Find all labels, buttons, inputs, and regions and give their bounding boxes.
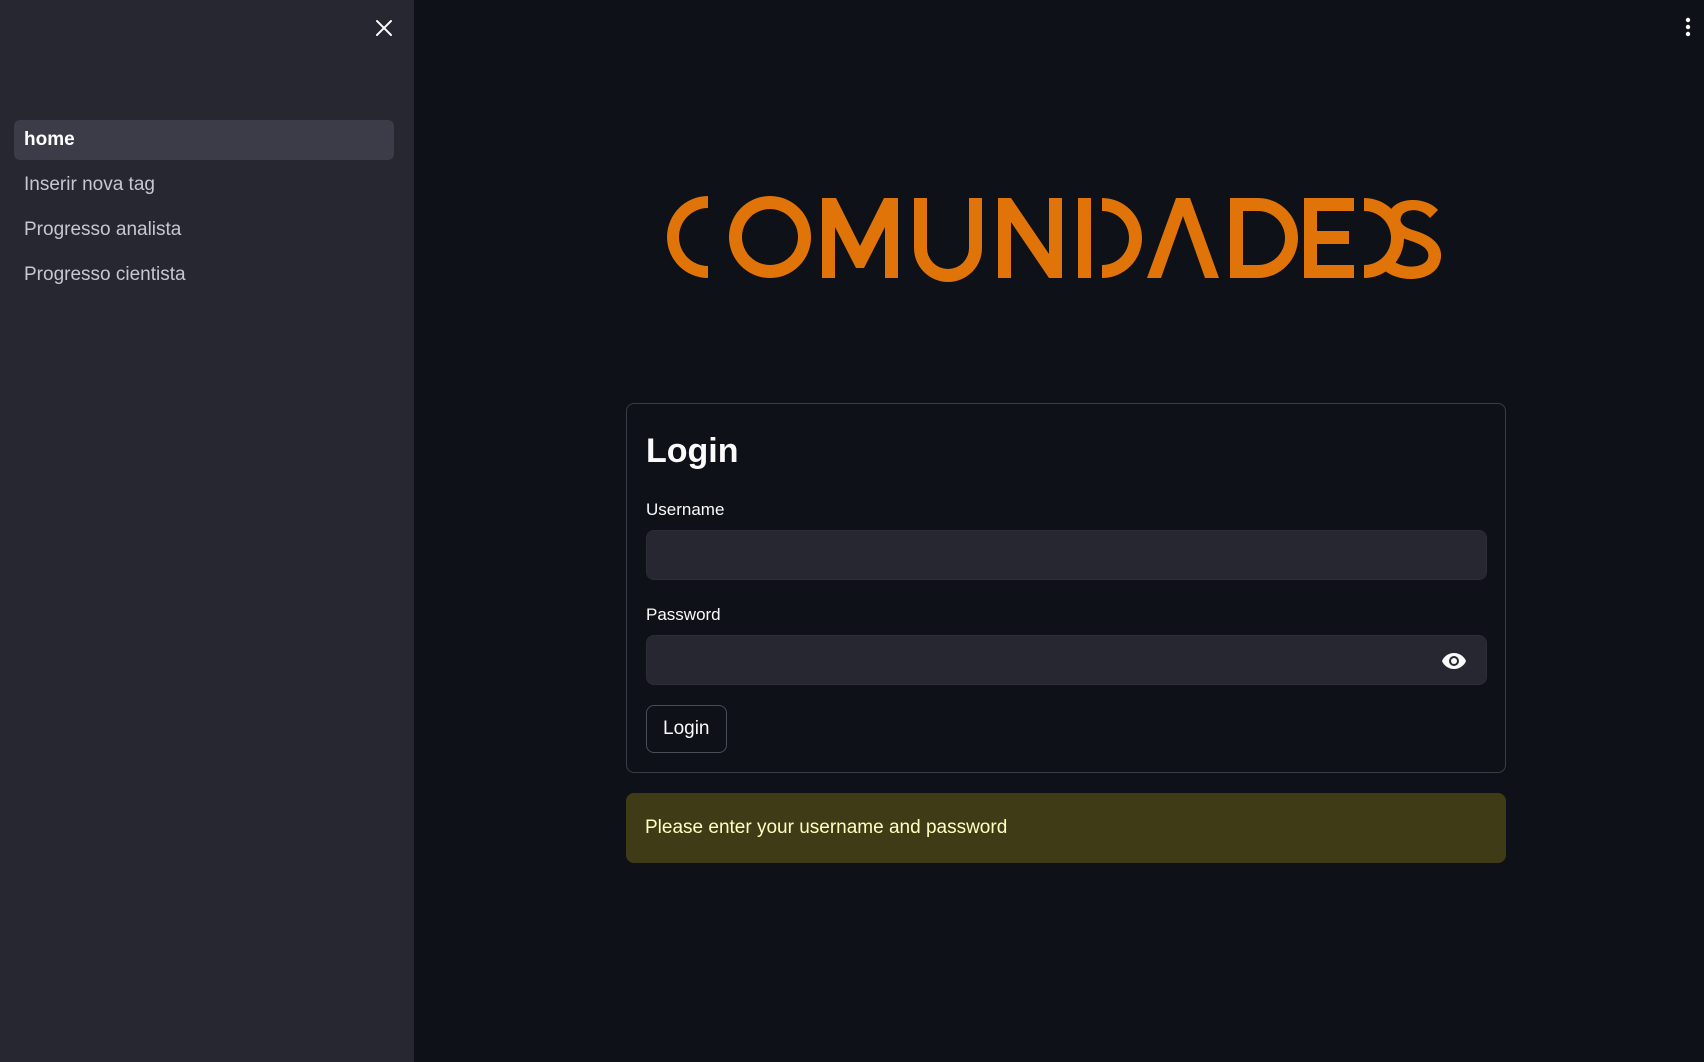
sidebar-nav: home Inserir nova tag Progresso analista…	[14, 120, 394, 300]
login-title: Login	[646, 432, 739, 470]
toggle-password-visibility-button[interactable]	[1440, 649, 1468, 673]
password-input[interactable]	[647, 636, 1486, 684]
username-input[interactable]	[647, 531, 1486, 579]
close-icon	[376, 20, 392, 36]
close-sidebar-button[interactable]	[372, 16, 396, 40]
sidebar: home Inserir nova tag Progresso analista…	[0, 0, 414, 1062]
eye-icon	[1442, 653, 1466, 669]
main-menu-button[interactable]	[1680, 14, 1696, 40]
vertical-ellipsis-icon	[1685, 17, 1691, 37]
comunidade-ds-logo: COMUNIDADE DS	[664, 192, 1448, 282]
sidebar-item-progresso-analista[interactable]: Progresso analista	[14, 210, 394, 250]
sidebar-item-inserir-nova-tag[interactable]: Inserir nova tag	[14, 165, 394, 205]
password-label: Password	[646, 605, 721, 624]
logo-text: COMUNIDADE DS	[1448, 192, 1449, 193]
sidebar-item-progresso-cientista[interactable]: Progresso cientista	[14, 255, 394, 295]
sidebar-item-home[interactable]: home	[14, 120, 394, 160]
username-field-wrapper	[646, 530, 1487, 580]
login-button[interactable]: Login	[646, 705, 727, 753]
password-field-wrapper	[646, 635, 1487, 685]
login-warning-alert: Please enter your username and password	[626, 793, 1506, 863]
username-label: Username	[646, 500, 725, 519]
login-form: Login Username Password Login	[626, 403, 1506, 773]
